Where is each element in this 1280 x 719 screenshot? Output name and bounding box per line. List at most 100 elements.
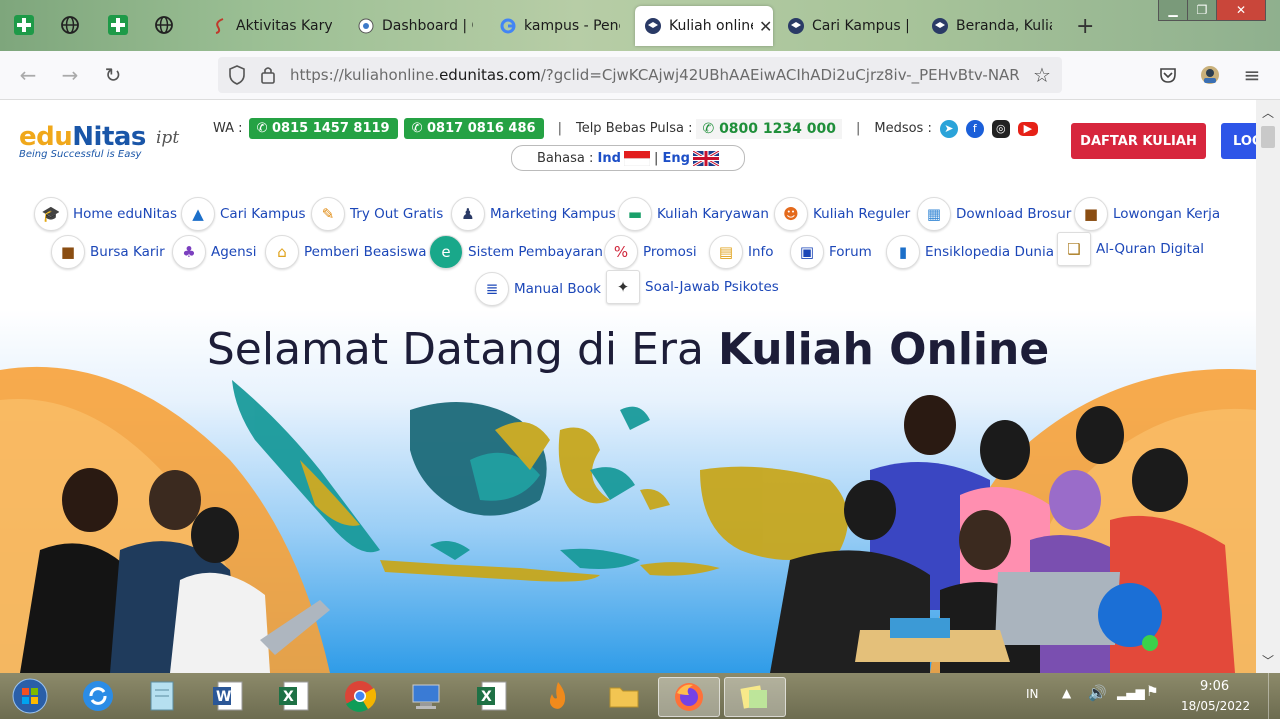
menu-al-quran-digital[interactable]: ❑ Al-Quran Digital bbox=[1057, 232, 1204, 266]
pinned-tab-globe[interactable] bbox=[58, 13, 82, 37]
briefcase-icon: ■ bbox=[1074, 197, 1108, 231]
indonesia-flag-icon[interactable] bbox=[623, 150, 651, 166]
edunitas-logo[interactable]: eduNitas Being Successful is Easy bbox=[19, 122, 146, 160]
menu-lowongan-kerja[interactable]: ■ Lowongan Kerja bbox=[1074, 197, 1220, 231]
pocket-icon[interactable] bbox=[1156, 63, 1180, 87]
scrollbar-thumb[interactable] bbox=[1261, 126, 1275, 148]
tab-kampus-search[interactable]: kampus - Penel bbox=[500, 6, 620, 46]
menu-manual-book[interactable]: ≣ Manual Book bbox=[475, 272, 601, 306]
menu-label: Sistem Pembayaran bbox=[468, 244, 603, 260]
uk-flag-icon[interactable] bbox=[692, 149, 720, 167]
language-eng-link[interactable]: Eng bbox=[663, 151, 690, 166]
new-tab-icon[interactable]: + bbox=[1076, 14, 1094, 39]
maximize-icon[interactable]: ❐ bbox=[1187, 0, 1217, 21]
show-desktop-button[interactable] bbox=[1268, 673, 1280, 719]
menu-label: Promosi bbox=[643, 244, 697, 260]
tab-aktivitas[interactable]: Aktivitas Karya bbox=[212, 6, 332, 46]
language-ind-link[interactable]: Ind bbox=[597, 151, 620, 166]
dashboard-icon bbox=[358, 18, 374, 34]
menu-info[interactable]: ▤ Info bbox=[709, 235, 774, 269]
excel-icon: X bbox=[477, 681, 507, 711]
pinned-tab-sheets-2[interactable] bbox=[106, 13, 130, 37]
menu-pemberi-beasiswa[interactable]: ⌂ Pemberi Beasiswa bbox=[265, 235, 427, 269]
menu-kuliah-karyawan[interactable]: ▬ Kuliah Karyawan bbox=[618, 197, 769, 231]
sticky-notes-icon bbox=[740, 685, 767, 709]
menu-label: Manual Book bbox=[514, 281, 601, 297]
volume-icon[interactable]: 🔊 bbox=[1088, 684, 1107, 702]
menu-promosi[interactable]: % Promosi bbox=[604, 235, 697, 269]
scroll-up-icon[interactable]: ︿ bbox=[1262, 104, 1274, 121]
language-indicator[interactable]: IN bbox=[1026, 687, 1039, 701]
lock-icon[interactable] bbox=[260, 65, 276, 89]
profile-avatar-icon[interactable] bbox=[1198, 63, 1222, 87]
reload-icon[interactable]: ↻ bbox=[101, 63, 125, 87]
close-tab-icon[interactable]: ✕ bbox=[759, 17, 772, 36]
wa-number-2-button[interactable]: ✆ 0817 0816 486 bbox=[403, 118, 544, 139]
menu-soal-jawab-psikotes[interactable]: ✦ Soal-Jawab Psikotes bbox=[606, 270, 779, 304]
menu-kuliah-reguler[interactable]: ☻ Kuliah Reguler bbox=[774, 197, 910, 231]
telegram-icon[interactable]: ➤ bbox=[939, 119, 958, 138]
taskbar-notepad[interactable] bbox=[140, 677, 184, 715]
telp-number-link[interactable]: ✆ 0800 1234 000 bbox=[696, 118, 842, 139]
youtube-icon[interactable]: ▶ bbox=[1017, 121, 1038, 136]
bookmark-star-icon[interactable]: ☆ bbox=[1033, 63, 1051, 87]
taskbar-word[interactable]: W bbox=[206, 677, 250, 715]
url-text[interactable]: https://kuliahonline.edunitas.com/?gclid… bbox=[290, 66, 1020, 84]
chrome-icon bbox=[345, 681, 376, 712]
network-icon[interactable]: ▂▄▆ bbox=[1117, 686, 1145, 700]
hamburger-menu-icon[interactable]: ≡ bbox=[1240, 63, 1264, 87]
chat-icon: ▣ bbox=[790, 235, 824, 269]
logo-tagline: Being Successful is Easy bbox=[19, 149, 142, 160]
shield-icon[interactable] bbox=[228, 65, 246, 89]
taskbar-excel-2[interactable]: X bbox=[470, 677, 514, 715]
tab-beranda[interactable]: Beranda, Kuliah bbox=[932, 6, 1052, 46]
minimize-icon[interactable]: ▁ bbox=[1158, 0, 1188, 21]
graduate-icon: 🎓 bbox=[34, 197, 68, 231]
menu-sistem-pembayaran[interactable]: e Sistem Pembayaran bbox=[429, 235, 603, 269]
action-center-flag-icon[interactable]: ⚑ bbox=[1146, 684, 1159, 700]
menu-label: Al-Quran Digital bbox=[1096, 241, 1204, 257]
menu-try-out-gratis[interactable]: ✎ Try Out Gratis bbox=[311, 197, 443, 231]
menu-download-brosur[interactable]: ▦ Download Brosur bbox=[917, 197, 1071, 231]
taskbar-sync-app[interactable] bbox=[76, 677, 120, 715]
menu-bursa-karir[interactable]: ■ Bursa Karir bbox=[51, 235, 165, 269]
taskbar-explorer[interactable] bbox=[602, 677, 646, 715]
daftar-kuliah-button[interactable]: DAFTAR KULIAH bbox=[1071, 123, 1206, 159]
menu-cari-kampus[interactable]: ▲ Cari Kampus bbox=[181, 197, 306, 231]
taskbar-fire-app[interactable] bbox=[536, 677, 580, 715]
taskbar-excel[interactable]: X bbox=[272, 677, 316, 715]
menu-label: Download Brosur bbox=[956, 206, 1072, 222]
clock-time[interactable]: 9:06 bbox=[1200, 679, 1229, 694]
tab-kuliah-online[interactable]: Kuliah online ✕ bbox=[635, 6, 773, 46]
tab-dashboard[interactable]: Dashboard | G bbox=[358, 6, 473, 46]
close-window-icon[interactable]: ✕ bbox=[1216, 0, 1266, 21]
taskbar-firefox[interactable] bbox=[658, 677, 720, 717]
taskbar-computer[interactable] bbox=[404, 677, 448, 715]
menu-marketing-kampus[interactable]: ♟ Marketing Kampus bbox=[451, 197, 616, 231]
menu-home-edunitas[interactable]: 🎓 Home eduNitas bbox=[34, 197, 177, 231]
menu-forum[interactable]: ▣ Forum bbox=[790, 235, 872, 269]
page-scrollbar[interactable]: ︿ ﹀ bbox=[1256, 100, 1280, 673]
tab-cari-kampus[interactable]: Cari Kampus | S bbox=[788, 6, 908, 46]
menu-agensi[interactable]: ♣ Agensi bbox=[172, 235, 256, 269]
tab-title: Dashboard | G bbox=[382, 18, 473, 34]
instagram-icon[interactable]: ◎ bbox=[991, 119, 1010, 138]
language-label: Bahasa : bbox=[537, 150, 594, 166]
scroll-down-icon[interactable]: ﹀ bbox=[1262, 652, 1274, 669]
start-button[interactable] bbox=[8, 677, 52, 715]
clock-date[interactable]: 18/05/2022 bbox=[1181, 699, 1250, 713]
back-icon[interactable]: ← bbox=[16, 63, 40, 87]
facebook-icon[interactable]: f bbox=[965, 119, 984, 138]
menu-label: Bursa Karir bbox=[90, 244, 165, 260]
pinned-tab-globe-2[interactable] bbox=[152, 13, 176, 37]
taskbar-chrome[interactable] bbox=[338, 677, 382, 715]
address-bar[interactable]: https://kuliahonline.edunitas.com/?gclid… bbox=[218, 57, 1062, 93]
forward-icon[interactable]: → bbox=[58, 63, 82, 87]
show-hidden-icons-icon[interactable]: ▲ bbox=[1062, 686, 1071, 700]
pinned-tab-sheets[interactable] bbox=[12, 13, 36, 37]
menu-label: Forum bbox=[829, 244, 872, 260]
taskbar-sticky-notes[interactable] bbox=[724, 677, 786, 717]
login-button[interactable]: LOG bbox=[1221, 123, 1256, 159]
wa-number-1-button[interactable]: ✆ 0815 1457 8119 bbox=[248, 118, 398, 139]
menu-ensiklopedia-dunia[interactable]: ▮ Ensiklopedia Dunia bbox=[886, 235, 1054, 269]
